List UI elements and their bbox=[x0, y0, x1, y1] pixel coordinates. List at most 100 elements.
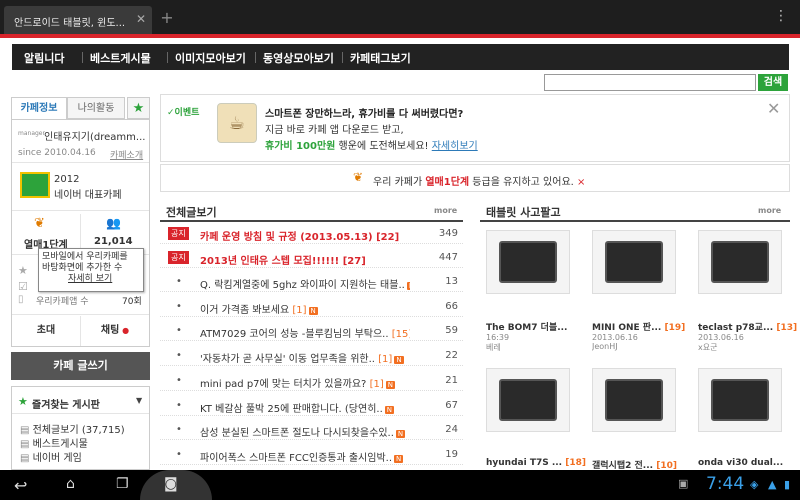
product-name[interactable]: The BOM7 더블... bbox=[486, 320, 586, 333]
product-thumbnail[interactable] bbox=[592, 368, 676, 432]
system-bar: ↩ ⌂ ❐ ◙ ▣ 7:44 ◈ ▲ ▮ bbox=[0, 470, 800, 500]
close-icon[interactable]: × bbox=[577, 177, 585, 188]
cafe-nav-bar: 알림니다 베스트게시물 이미지모아보기 동영상모아보기 카페태그보기 bbox=[12, 44, 789, 70]
tablet-image-icon bbox=[711, 379, 769, 421]
post-row[interactable]: • 파이어폭스 스마트폰 FCC인증통과 출시임박.. N 19 bbox=[160, 445, 463, 465]
search-input[interactable] bbox=[544, 74, 756, 91]
close-tab-icon[interactable]: ✕ bbox=[136, 12, 146, 26]
view-count: 67 bbox=[445, 399, 458, 411]
bullet-icon: • bbox=[176, 350, 182, 362]
comment-count: [19] bbox=[664, 323, 686, 333]
notice-title-text: 카페 운영 방침 및 규정 (2013.05.13) bbox=[200, 232, 373, 243]
grade-msg-grade: 열매1단계 bbox=[425, 177, 470, 188]
event-more-link[interactable]: 자세히보기 bbox=[432, 141, 478, 152]
comment-count: [18] bbox=[565, 458, 586, 468]
product-name[interactable]: hyundai T7S ... [18] bbox=[486, 458, 586, 468]
favorite-boards-panel: ★ 즐겨찾는 게시판 ▼ ▤ 전체글보기 (37,715) ▤ 베스트게시물 ▤… bbox=[11, 386, 150, 470]
new-badge-icon: N bbox=[385, 380, 395, 389]
post-row[interactable]: • 이거 가격좀 봐보세요 [1] N 66 bbox=[160, 297, 463, 317]
post-row[interactable]: • ATM7029 코어의 성능 -블루킴님의 부탁으.. [15]N 59 bbox=[160, 321, 463, 342]
nav-videos[interactable]: 동영상모아보기 bbox=[263, 50, 334, 66]
new-badge-icon: N bbox=[384, 405, 394, 414]
chevron-down-icon[interactable]: ▼ bbox=[136, 396, 142, 405]
grade-message-bar: ❦ 우리 카페가 열매1단계 등급을 유지하고 있어요. × bbox=[160, 164, 790, 192]
star-icon[interactable]: ★ bbox=[127, 97, 150, 119]
cafe-intro-link[interactable]: 카페소개 bbox=[110, 148, 143, 161]
manager-label: manager bbox=[18, 130, 45, 137]
product-name[interactable]: onda vi30 dual... bbox=[698, 458, 798, 468]
clock: 7:44 bbox=[706, 474, 745, 494]
nav-tags[interactable]: 카페태그보기 bbox=[350, 50, 411, 66]
post-row[interactable]: • 삼성 분실된 스마트폰 절도나 다시되찾을수있.. N 24 bbox=[160, 420, 463, 441]
tab-my-activity[interactable]: 나의활동 bbox=[67, 97, 125, 119]
close-icon[interactable]: ✕ bbox=[767, 99, 780, 118]
post-row[interactable]: • '자동차가 곧 사무실' 이동 업무족을 위한.. [1] N 22 bbox=[160, 346, 463, 367]
grade-message: 우리 카페가 열매1단계 등급을 유지하고 있어요. × bbox=[373, 173, 585, 188]
product-thumbnail[interactable] bbox=[698, 230, 782, 294]
post-row[interactable]: • KT 베갈삼 풀박 25에 판매합니다. (당연히.. N 67 bbox=[160, 396, 463, 416]
tab-cafe-info[interactable]: 카페정보 bbox=[11, 97, 67, 119]
bullet-icon: • bbox=[176, 424, 182, 436]
bullet-icon: • bbox=[176, 300, 182, 312]
post-row[interactable]: • Q. 락킴계열중에 5ghz 와이파이 지원하는 태블..N 13 bbox=[160, 272, 463, 292]
product-thumbnail[interactable] bbox=[592, 230, 676, 294]
overflow-menu-icon[interactable]: ⋮ bbox=[774, 8, 788, 24]
product-name[interactable]: teclast p78교... [13] bbox=[698, 320, 798, 333]
comment-count: [1] bbox=[292, 304, 307, 316]
tooltip-more-link[interactable]: 자세히 보기 bbox=[42, 274, 140, 285]
fav-title: 즐겨찾는 게시판 bbox=[32, 400, 100, 411]
board-more-link[interactable]: more bbox=[434, 206, 457, 215]
post-row[interactable]: • mini pad p7에 맞는 터치가 있을까요? [1] N 21 bbox=[160, 371, 463, 391]
divider bbox=[80, 214, 81, 250]
tooltip-line1: 모바일에서 우리카페를 bbox=[42, 252, 128, 262]
product-thumbnail[interactable] bbox=[486, 230, 570, 294]
product-thumbnail[interactable] bbox=[698, 368, 782, 432]
fav-item-all[interactable]: ▤ 전체글보기 (37,715) bbox=[20, 421, 125, 436]
new-badge-icon: N bbox=[406, 282, 410, 290]
recent-apps-icon[interactable]: ❐ bbox=[116, 476, 129, 492]
cafe-info-panel: manager 인태유지기(dreamm... since 2010.04.16… bbox=[11, 119, 150, 347]
home-icon[interactable]: ⌂ bbox=[66, 476, 75, 492]
notice-row[interactable]: 공지 카페 운영 방침 및 규정 (2013.05.13) [22] 349 bbox=[160, 224, 463, 244]
chat-button[interactable]: 채팅 ● bbox=[81, 316, 149, 346]
new-tab-icon[interactable]: + bbox=[156, 8, 178, 30]
nav-best-posts[interactable]: 베스트게시물 bbox=[90, 50, 151, 66]
view-count: 13 bbox=[445, 276, 458, 287]
fav-item-game[interactable]: ▤ 네이버 게임 bbox=[20, 449, 82, 464]
post-title-text: '자동차가 곧 사무실' 이동 업무족을 위한.. bbox=[200, 354, 375, 366]
notice-row[interactable]: 공지 2013년 인태유 스텝 모집!!!!!! [27] 447 bbox=[160, 248, 463, 268]
chat-label: 채팅 bbox=[100, 325, 120, 336]
product-name-text: The BOM7 더블... bbox=[486, 323, 568, 333]
back-icon[interactable]: ↩ bbox=[14, 476, 27, 495]
post-title: ATM7029 코어의 성능 -블루킴님의 부탁으.. [15]N bbox=[200, 325, 410, 340]
check-icon: ☑ bbox=[18, 280, 28, 293]
bullet-icon: • bbox=[176, 448, 182, 460]
comment-count: [15] bbox=[391, 329, 410, 341]
header-accent-line bbox=[0, 34, 800, 38]
search-button[interactable]: 검색 bbox=[758, 74, 788, 91]
tooltip-line2: 바탕화면에 추가한 수 bbox=[42, 263, 123, 273]
product-name[interactable]: MINI ONE 판... [19] bbox=[592, 320, 692, 333]
product-caption: The BOM7 더블... 16:39 베레 bbox=[486, 320, 586, 353]
nav-images[interactable]: 이미지모아보기 bbox=[175, 50, 246, 66]
fav-item-best[interactable]: ▤ 베스트게시물 bbox=[20, 435, 88, 450]
post-title: '자동차가 곧 사무실' 이동 업무족을 위한.. [1] N bbox=[200, 350, 410, 365]
star-icon: ★ bbox=[18, 395, 28, 408]
browser-tab[interactable]: 안드로이드 태블릿, 윈도... ✕ bbox=[4, 6, 152, 34]
view-count: 19 bbox=[445, 448, 458, 460]
tablet-more-link[interactable]: more bbox=[758, 206, 781, 215]
write-post-button[interactable]: 카페 글쓰기 bbox=[11, 352, 150, 380]
product-thumbnail[interactable] bbox=[486, 368, 570, 432]
comment-count: [1] bbox=[369, 378, 384, 390]
view-count: 22 bbox=[445, 350, 458, 362]
invite-button[interactable]: 초대 bbox=[12, 316, 80, 346]
nav-divider bbox=[167, 52, 168, 63]
product-caption: hyundai T7S ... [18] bbox=[486, 458, 586, 468]
cafe-name[interactable]: 인태유지기(dreamm... bbox=[44, 128, 148, 143]
fruit-grade-icon: ❦ bbox=[34, 216, 45, 231]
divider bbox=[480, 220, 790, 222]
product-name-text: teclast p78교... bbox=[698, 323, 774, 333]
grade-msg-pre: 우리 카페가 bbox=[373, 177, 426, 188]
nav-notice[interactable]: 알림니다 bbox=[24, 50, 64, 66]
product-date: 2013.06.16 bbox=[592, 333, 638, 342]
